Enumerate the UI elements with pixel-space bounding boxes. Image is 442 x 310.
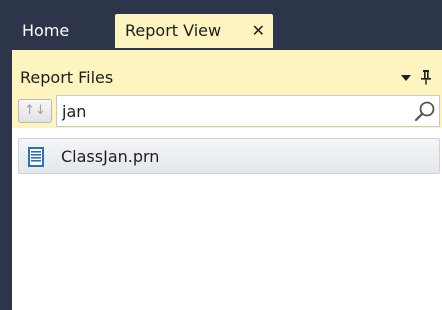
- search-icon[interactable]: [414, 100, 436, 122]
- document-icon: [28, 147, 44, 167]
- tab-home[interactable]: Home: [12, 14, 112, 48]
- file-list: ClassJan.prn: [12, 128, 442, 310]
- sort-button[interactable]: ↑↓: [18, 99, 52, 123]
- file-name: ClassJan.prn: [61, 147, 160, 166]
- sort-arrows-icon: ↑↓: [24, 103, 46, 118]
- panel-title: Report Files: [20, 68, 114, 87]
- filter-row: ↑↓: [12, 94, 442, 128]
- pin-icon[interactable]: [420, 69, 432, 85]
- list-item[interactable]: ClassJan.prn: [18, 138, 440, 174]
- document-tab-strip: Home Report View ✕: [0, 0, 442, 50]
- app-frame: Home Report View ✕ Report Files ↑↓ jan C…: [0, 0, 442, 310]
- panel-header: Report Files: [12, 50, 442, 94]
- report-files-panel: Report Files ↑↓ jan ClassJan.prn: [12, 50, 442, 310]
- tab-report-view-label: Report View: [125, 21, 222, 40]
- close-icon[interactable]: ✕: [252, 14, 265, 48]
- dropdown-arrow-icon[interactable]: [400, 72, 412, 84]
- tab-report-view[interactable]: Report View ✕: [115, 14, 273, 48]
- search-input[interactable]: [56, 95, 440, 127]
- tab-home-label: Home: [22, 21, 70, 40]
